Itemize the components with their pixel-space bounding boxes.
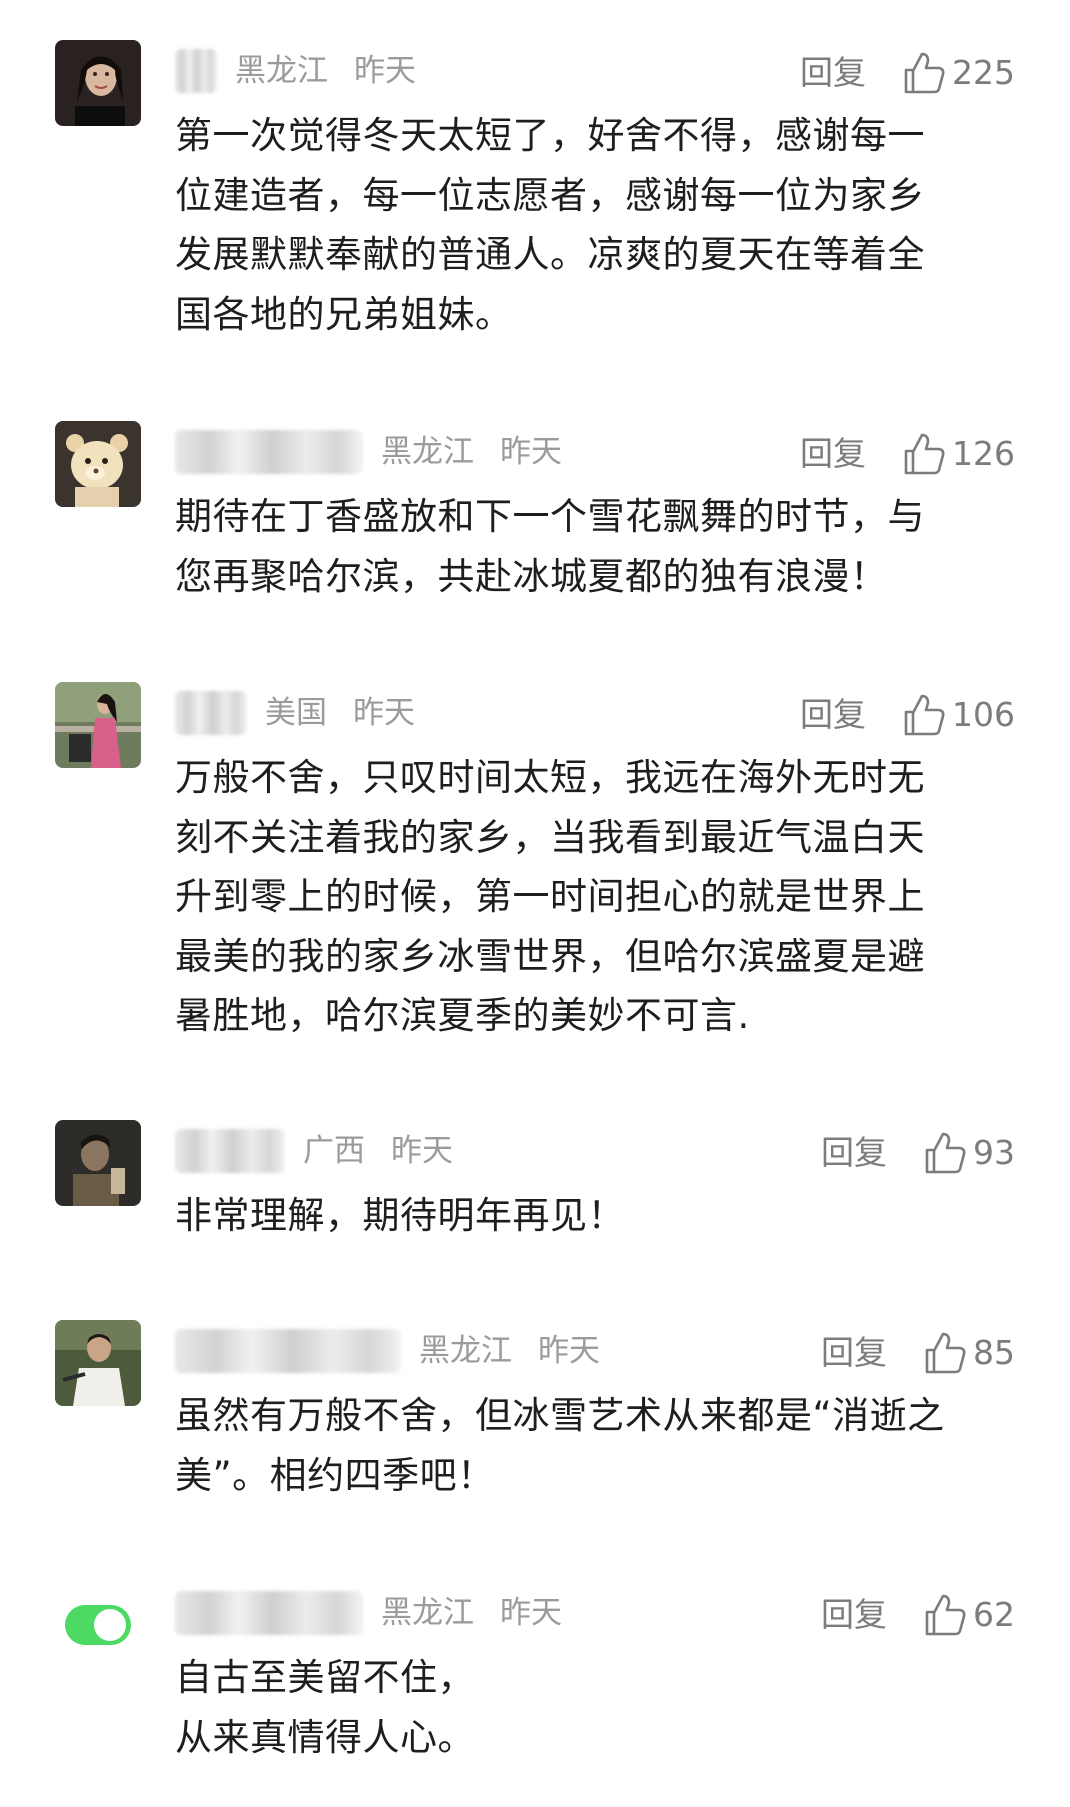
- comment-line: 升到零上的时候，第一时间担心的就是世界上: [175, 875, 925, 918]
- user-photo-icon: [55, 1120, 141, 1206]
- avatar[interactable]: [55, 421, 141, 507]
- username-blurred[interactable]: 用户名称: [175, 1329, 401, 1373]
- region-label: 美国: [265, 695, 327, 731]
- like-count: 93: [973, 1133, 1015, 1172]
- comment-line: 万般不舍，只叹时间太短，我远在海外无时无: [175, 756, 925, 799]
- reply-button[interactable]: 回复: [821, 1128, 887, 1178]
- avatar[interactable]: [55, 40, 141, 126]
- comment-text: 非常理解，期待明年再见！: [175, 1186, 995, 1246]
- reply-button[interactable]: 回复: [821, 1328, 887, 1378]
- like-button[interactable]: 106: [902, 690, 1015, 740]
- username-blurred[interactable]: 用户: [175, 49, 217, 93]
- comment-line: 暑胜地，哈尔滨夏季的美妙不可言.: [175, 994, 750, 1037]
- username-blurred[interactable]: 用户: [175, 1129, 285, 1173]
- like-count: 225: [952, 53, 1015, 92]
- comment-line: 非常理解，期待明年再见！: [175, 1194, 625, 1237]
- username-blurred[interactable]: 用户名称: [175, 1591, 363, 1635]
- user-photo-icon: [55, 1320, 141, 1406]
- thumbs-up-icon: [904, 433, 945, 475]
- comment-line: 从来真情得人心。: [175, 1715, 475, 1759]
- comment-line: 自古至美留不住，: [175, 1656, 475, 1699]
- like-button[interactable]: 225: [902, 48, 1015, 98]
- username-blurred[interactable]: 用户名称: [175, 430, 363, 474]
- comment-text: 万般不舍，只叹时间太短，我远在海外无时无 刻不关注着我的家乡，当我看到最近气温白…: [175, 748, 995, 1046]
- comment-line: 期待在丁香盛放和下一个雪花飘舞的时节，与: [175, 495, 925, 538]
- region-label: 黑龙江: [381, 434, 474, 470]
- thumbs-up-icon: [904, 52, 945, 94]
- comment-line: 发展默默奉献的普通人。凉爽的夏天在等着全: [175, 233, 925, 276]
- reply-button[interactable]: 回复: [800, 48, 866, 98]
- comment-line: 刻不关注着我的家乡，当我看到最近气温白天: [175, 815, 925, 859]
- thumbs-up-icon: [925, 1594, 966, 1636]
- timestamp: 昨天: [538, 1333, 600, 1369]
- like-button[interactable]: 62: [923, 1590, 1015, 1640]
- thumbs-up-icon: [925, 1332, 966, 1374]
- like-count: 106: [952, 695, 1015, 734]
- comment-text: 期待在丁香盛放和下一个雪花飘舞的时节，与 您再聚哈尔滨，共赴冰城夏都的独有浪漫！: [175, 487, 995, 606]
- region-label: 黑龙江: [235, 53, 328, 89]
- reply-button[interactable]: 回复: [821, 1590, 887, 1640]
- like-count: 62: [973, 1595, 1015, 1634]
- timestamp: 昨天: [391, 1133, 453, 1169]
- avatar[interactable]: [55, 682, 141, 768]
- comment-text: 虽然有万般不舍，但冰雪艺术从来都是“消逝之 美”。相约四季吧！: [175, 1386, 995, 1505]
- reply-button[interactable]: 回复: [800, 690, 866, 740]
- comment-line: 美”。相约四季吧！: [175, 1453, 495, 1497]
- like-button[interactable]: 85: [923, 1328, 1015, 1378]
- region-label: 黑龙江: [419, 1333, 512, 1369]
- thumbs-up-icon: [904, 694, 945, 736]
- like-button[interactable]: 126: [902, 429, 1015, 479]
- user-photo-icon: [55, 40, 141, 126]
- timestamp: 昨天: [500, 434, 562, 470]
- avatar[interactable]: [55, 1120, 141, 1206]
- timestamp: 昨天: [354, 53, 416, 89]
- comment-line: 最美的我的家乡冰雪世界，但哈尔滨盛夏是避: [175, 934, 925, 978]
- username-blurred[interactable]: 用户: [175, 691, 247, 735]
- cartoon-bear-icon: [55, 421, 141, 507]
- comment-text: 自古至美留不住， 从来真情得人心。: [175, 1648, 995, 1767]
- comment-line: 位建造者，每一位志愿者，感谢每一位为家乡: [175, 173, 925, 217]
- avatar[interactable]: [55, 1320, 141, 1406]
- avatar[interactable]: [55, 1582, 141, 1668]
- like-button[interactable]: 93: [923, 1128, 1015, 1178]
- reply-button[interactable]: 回复: [800, 429, 866, 479]
- region-label: 广西: [303, 1133, 365, 1169]
- user-photo-icon: [55, 682, 141, 768]
- region-label: 黑龙江: [381, 1595, 474, 1631]
- toggle-switch-icon: [65, 1605, 131, 1645]
- like-count: 85: [973, 1333, 1015, 1372]
- comment-line: 第一次觉得冬天太短了，好舍不得，感谢每一: [175, 114, 925, 157]
- comment-line: 国各地的兄弟姐妹。: [175, 292, 513, 336]
- thumbs-up-icon: [925, 1132, 966, 1174]
- timestamp: 昨天: [500, 1595, 562, 1631]
- comment-line: 您再聚哈尔滨，共赴冰城夏都的独有浪漫！: [175, 554, 888, 598]
- comment-text: 第一次觉得冬天太短了，好舍不得，感谢每一 位建造者，每一位志愿者，感谢每一位为家…: [175, 106, 995, 344]
- comment-line: 虽然有万般不舍，但冰雪艺术从来都是“消逝之: [175, 1394, 945, 1437]
- timestamp: 昨天: [353, 695, 415, 731]
- like-count: 126: [952, 434, 1015, 473]
